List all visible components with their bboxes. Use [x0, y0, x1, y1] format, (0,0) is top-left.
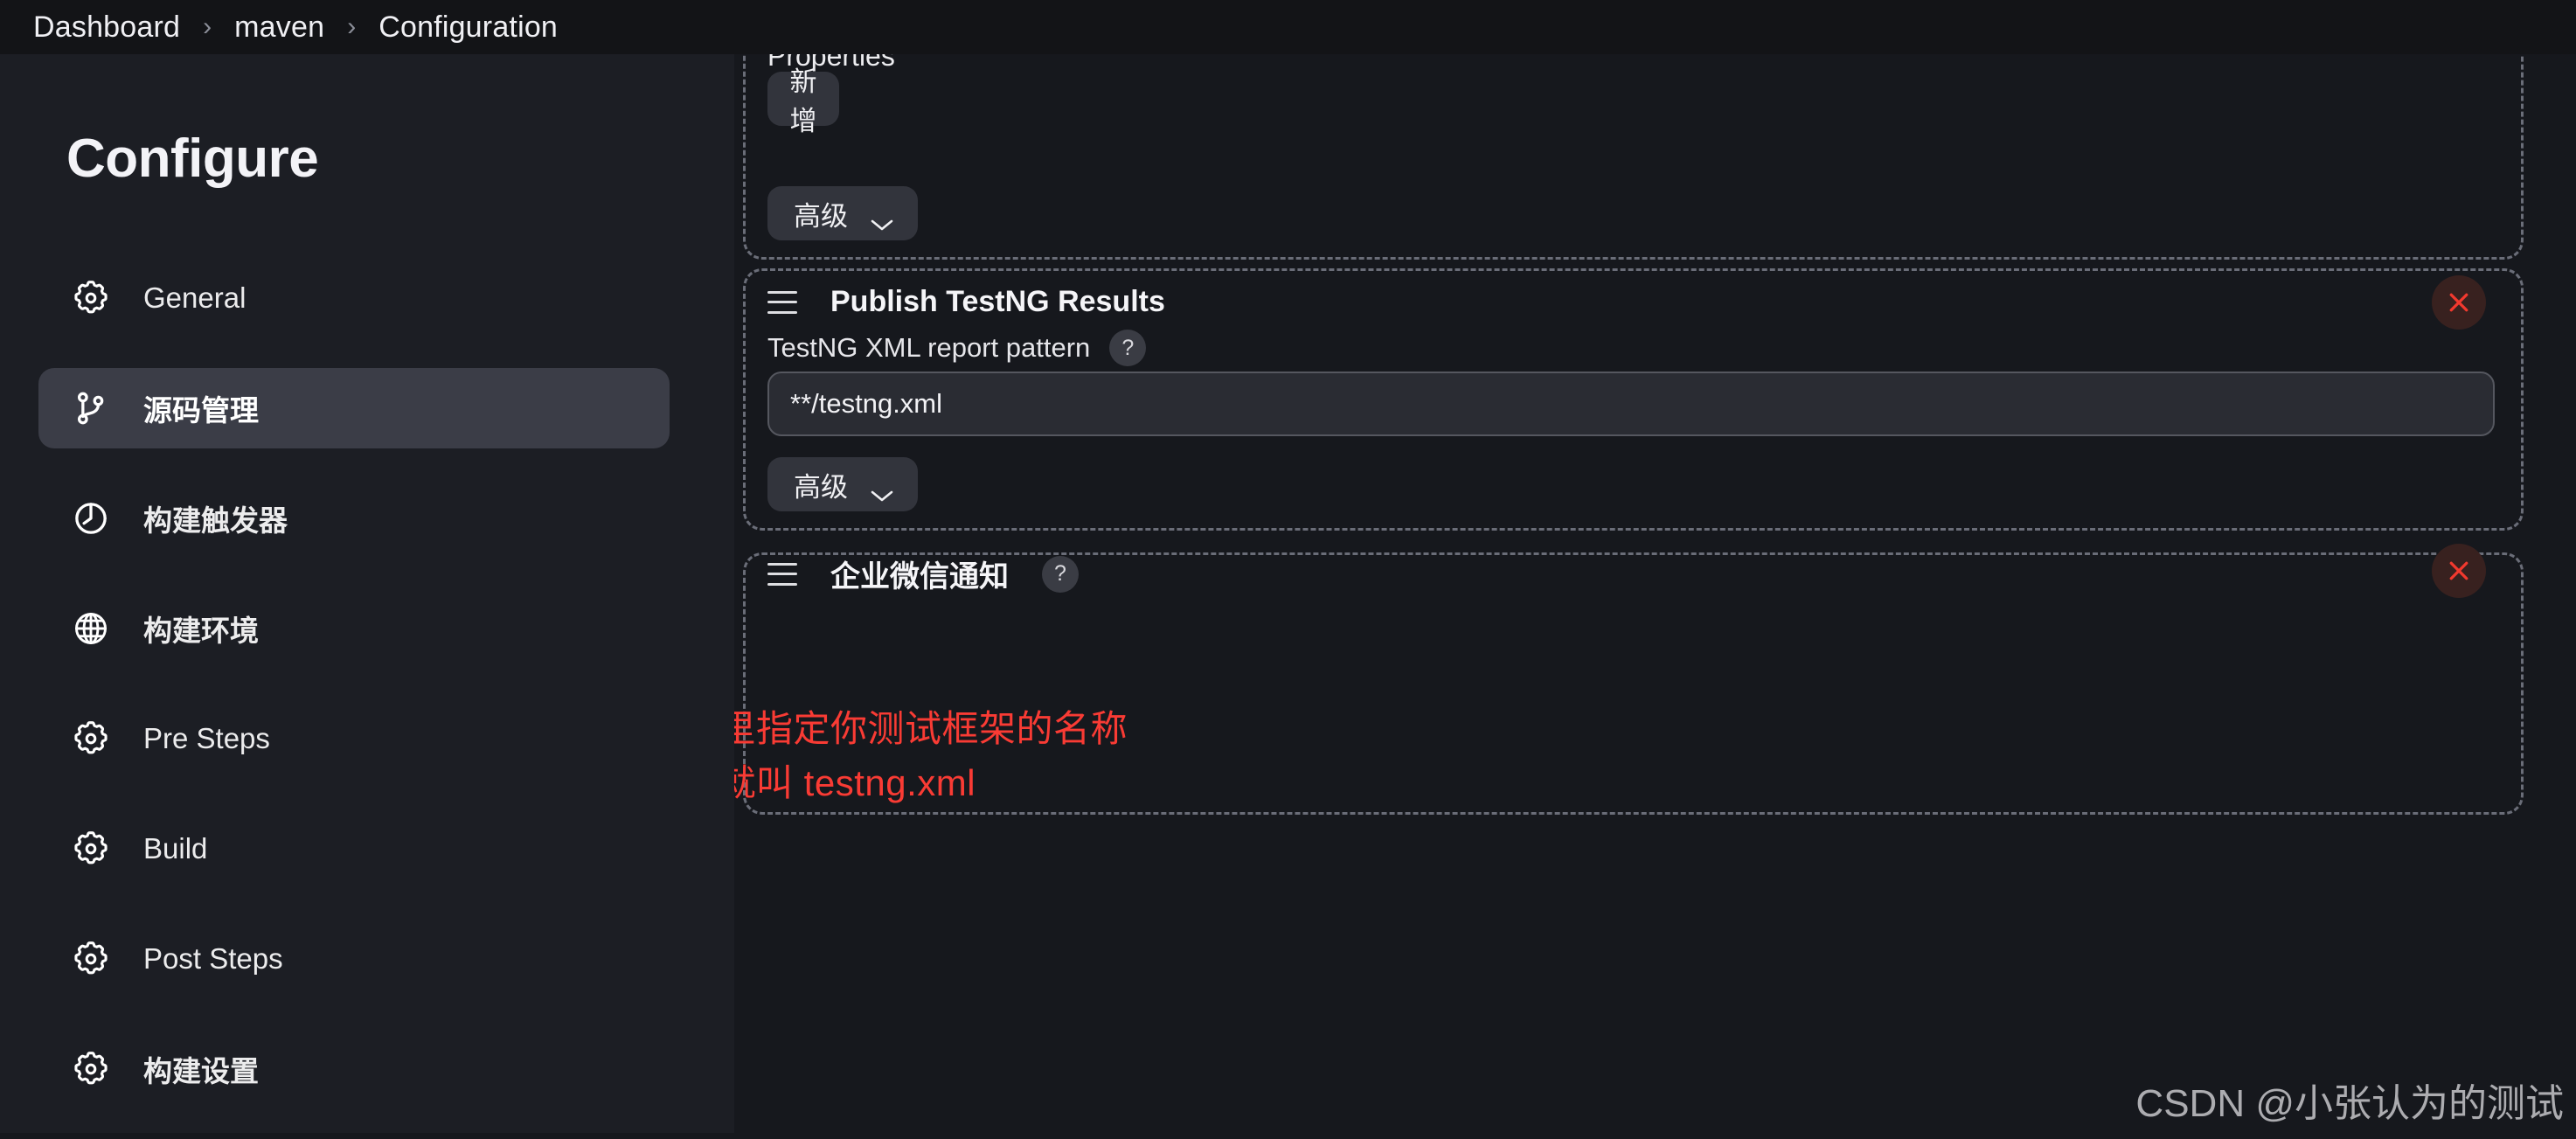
breadcrumb-item-dashboard[interactable]: Dashboard — [33, 10, 180, 45]
properties-panel — [743, 54, 2524, 260]
testng-section-header: Publish TestNG Results — [767, 285, 1165, 319]
sidebar-item-label: Post Steps — [143, 942, 283, 976]
sidebar: Configure General 源码管理 — [0, 54, 734, 1133]
remove-wechat-section-button[interactable] — [2432, 544, 2486, 598]
breadcrumb-separator: › — [180, 12, 234, 42]
clock-icon — [72, 499, 110, 538]
annotation-line-1: 这里指定你测试框架的名称 — [682, 699, 1128, 753]
testng-section-title: Publish TestNG Results — [830, 285, 1165, 319]
sidebar-item-general[interactable]: General — [38, 258, 670, 338]
wechat-section-header: 企业微信通知 ? — [767, 552, 1079, 595]
properties-advanced-button[interactable]: 高级 — [767, 186, 918, 240]
help-icon[interactable]: ? — [1042, 556, 1079, 593]
sidebar-nav: General 源码管理 构 — [38, 258, 670, 1139]
gear-icon — [72, 830, 110, 868]
drag-handle-icon[interactable] — [767, 563, 797, 586]
add-property-button[interactable]: 新增 — [767, 72, 839, 126]
gear-icon — [72, 940, 110, 978]
git-branch-icon — [72, 389, 110, 427]
sidebar-item-source-code-management[interactable]: 源码管理 — [38, 368, 670, 448]
sidebar-item-build-environment[interactable]: 构建环境 — [38, 588, 670, 669]
chevron-down-icon — [871, 478, 893, 491]
gear-icon — [72, 1050, 110, 1088]
breadcrumb: Dashboard › maven › Configuration — [0, 0, 2576, 54]
breadcrumb-item-maven[interactable]: maven — [234, 10, 324, 45]
wechat-section-title: 企业微信通知 — [830, 552, 1009, 595]
sidebar-item-label: 源码管理 — [143, 387, 259, 429]
sidebar-item-label: 构建设置 — [143, 1048, 259, 1090]
sidebar-item-label: Build — [143, 832, 207, 865]
main-content: Properties 新增 高级 Publish TestNG Results … — [734, 54, 2576, 1133]
gear-icon — [72, 719, 110, 758]
sidebar-item-label: 构建环境 — [143, 608, 259, 649]
remove-testng-section-button[interactable] — [2432, 275, 2486, 330]
testng-field-label-row: TestNG XML report pattern ? — [767, 330, 1146, 366]
sidebar-item-post-steps[interactable]: Post Steps — [38, 919, 670, 999]
advanced-label: 高级 — [794, 465, 848, 504]
sidebar-item-label: Pre Steps — [143, 722, 270, 755]
help-icon[interactable]: ? — [1109, 330, 1146, 366]
breadcrumb-item-configuration[interactable]: Configuration — [378, 10, 558, 45]
testng-pattern-input[interactable] — [769, 388, 2493, 420]
globe-icon — [72, 609, 110, 648]
gear-icon — [72, 279, 110, 317]
breadcrumb-separator: › — [324, 12, 378, 42]
advanced-label: 高级 — [794, 194, 848, 233]
chevron-down-icon — [871, 207, 893, 220]
sidebar-item-build[interactable]: Build — [38, 809, 670, 889]
sidebar-item-build-triggers[interactable]: 构建触发器 — [38, 478, 670, 559]
properties-heading: Properties — [767, 54, 895, 73]
page-title: Configure — [66, 128, 318, 190]
sidebar-item-build-settings[interactable]: 构建设置 — [38, 1029, 670, 1109]
watermark: CSDN @小张认为的测试 — [2135, 1072, 2564, 1128]
testng-pattern-field[interactable] — [767, 372, 2495, 436]
testng-advanced-button[interactable]: 高级 — [767, 457, 918, 511]
sidebar-item-label: General — [143, 281, 246, 315]
sidebar-item-pre-steps[interactable]: Pre Steps — [38, 698, 670, 779]
testng-pattern-label: TestNG XML report pattern — [767, 332, 1090, 364]
sidebar-item-label: 构建触发器 — [143, 497, 288, 539]
drag-handle-icon[interactable] — [767, 291, 797, 314]
